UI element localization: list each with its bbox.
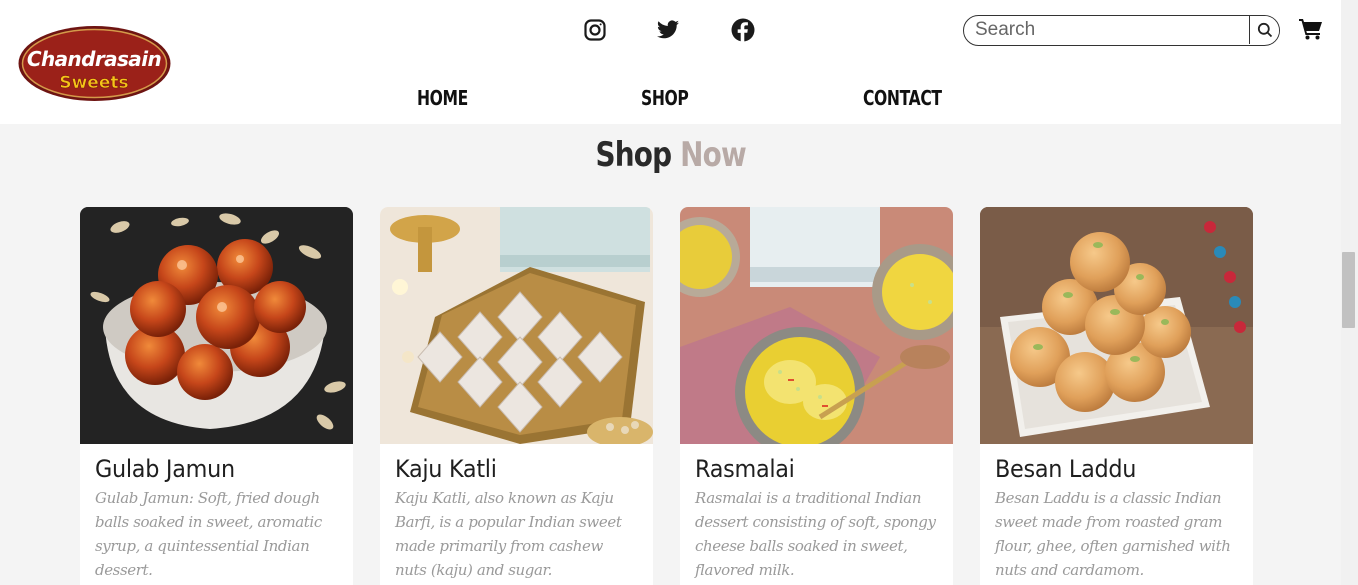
section-title-accent: Now — [679, 135, 747, 175]
logo-text-main: Chandrasain — [27, 47, 162, 71]
product-image-kaju-katli[interactable] — [380, 207, 653, 444]
search-input[interactable] — [964, 16, 1250, 44]
cart-button[interactable] — [1299, 18, 1325, 42]
product-card-gulab-jamun[interactable]: Gulab Jamun Gulab Jamun: Soft, fried dou… — [80, 207, 353, 585]
nav-contact[interactable]: CONTACT — [863, 86, 942, 110]
section-title: Shop Now — [0, 135, 1341, 175]
product-description: Kaju Katli, also known as Kaju Barfi, is… — [395, 489, 622, 579]
search-button[interactable] — [1249, 16, 1279, 44]
product-card-kaju-katli[interactable]: Kaju Katli Kaju Katli, also known as Kaj… — [380, 207, 653, 585]
logo-text-sub: Sweets — [59, 73, 128, 93]
facebook-icon[interactable] — [729, 16, 757, 44]
product-description: Besan Laddu is a classic Indian sweet ma… — [995, 489, 1231, 579]
nav-shop[interactable]: SHOP — [641, 86, 689, 110]
product-name: Besan Laddu — [995, 455, 1137, 483]
scrollbar-thumb[interactable] — [1342, 252, 1355, 328]
logo-badge: Chandrasain Sweets — [18, 26, 171, 101]
product-image-rasmalai[interactable] — [680, 207, 953, 444]
site-header: Chandrasain Sweets Search HOME SHOP CONT… — [0, 0, 1341, 124]
page: Chandrasain Sweets Search HOME SHOP CONT… — [0, 0, 1341, 585]
product-name: Rasmalai — [695, 455, 795, 483]
cart-icon — [1299, 19, 1322, 40]
search-bar — [963, 15, 1280, 46]
twitter-icon[interactable] — [654, 16, 682, 44]
product-card-rasmalai[interactable]: Rasmalai Rasmalai is a traditional India… — [680, 207, 953, 585]
product-image-gulab-jamun[interactable] — [80, 207, 353, 444]
product-description: Rasmalai is a traditional Indian dessert… — [695, 489, 936, 579]
instagram-icon[interactable] — [581, 16, 609, 44]
brand-logo[interactable]: Chandrasain Sweets — [17, 25, 172, 102]
product-image-besan-laddu[interactable] — [980, 207, 1253, 444]
nav-home[interactable]: HOME — [417, 86, 468, 110]
search-icon — [1257, 22, 1272, 38]
product-description: Gulab Jamun: Soft, fried dough balls soa… — [95, 489, 322, 579]
product-name: Kaju Katli — [395, 455, 497, 483]
product-name: Gulab Jamun — [95, 455, 235, 483]
product-card-besan-laddu[interactable]: Besan Laddu Besan Laddu is a classic Ind… — [980, 207, 1253, 585]
section-title-primary: Shop — [595, 135, 672, 175]
